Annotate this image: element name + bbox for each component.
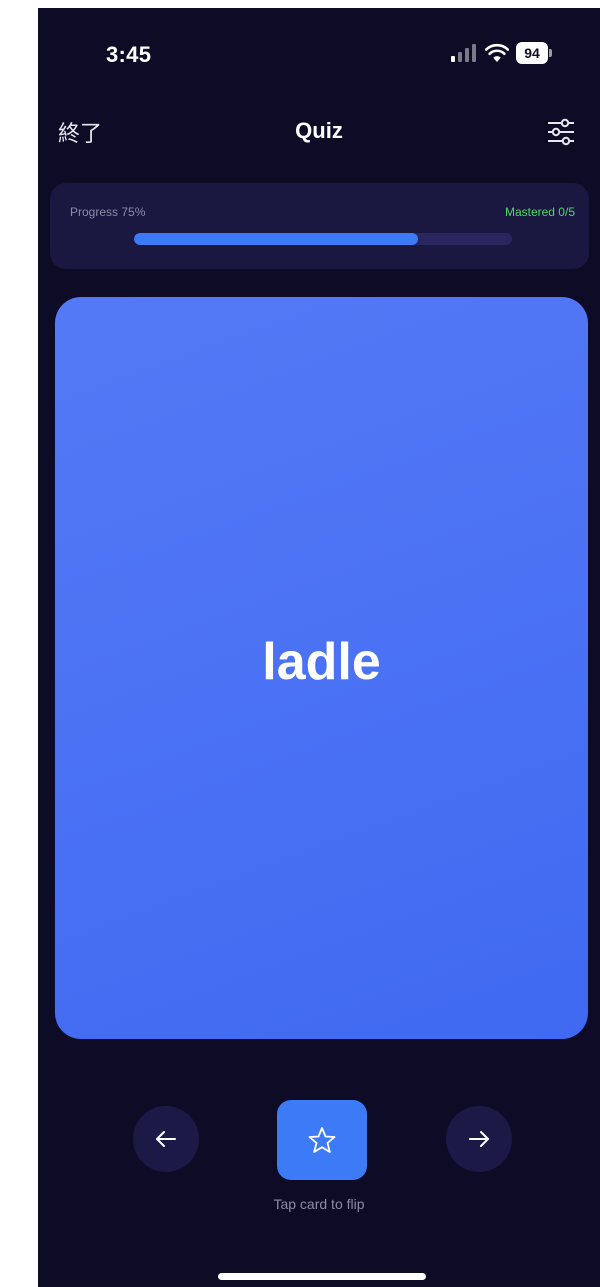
progress-fill: [134, 233, 418, 245]
arrow-left-icon: [156, 1131, 176, 1147]
flashcard[interactable]: ladle: [55, 297, 588, 1039]
star-icon: [308, 1127, 336, 1153]
progress-label: Progress 75%: [70, 205, 146, 219]
nav-bar: 終了 Quiz: [38, 108, 600, 156]
status-bar: 3:45 94: [38, 8, 600, 88]
status-time: 3:45: [106, 42, 152, 67]
sliders-icon[interactable]: [546, 118, 576, 146]
previous-card-button[interactable]: [133, 1106, 199, 1172]
battery-icon: 94: [516, 42, 552, 64]
arrow-right-icon: [469, 1131, 489, 1147]
quiz-screen: 3:45 94 終了 Quiz Progress 75% Mastered 0/…: [38, 8, 600, 1287]
progress-bar: [134, 233, 512, 245]
home-indicator[interactable]: [218, 1273, 426, 1280]
page-title: Quiz: [295, 118, 343, 143]
star-button[interactable]: [277, 1100, 367, 1180]
next-card-button[interactable]: [446, 1106, 512, 1172]
flip-hint: Tap card to flip: [273, 1196, 365, 1212]
mastered-label: Mastered 0/5: [504, 205, 575, 219]
progress-panel: Progress 75% Mastered 0/5: [50, 183, 589, 269]
card-word: ladle: [262, 633, 381, 691]
wifi-icon: [485, 43, 509, 62]
battery-level: 94: [516, 42, 548, 64]
signal-icon: [451, 44, 476, 62]
